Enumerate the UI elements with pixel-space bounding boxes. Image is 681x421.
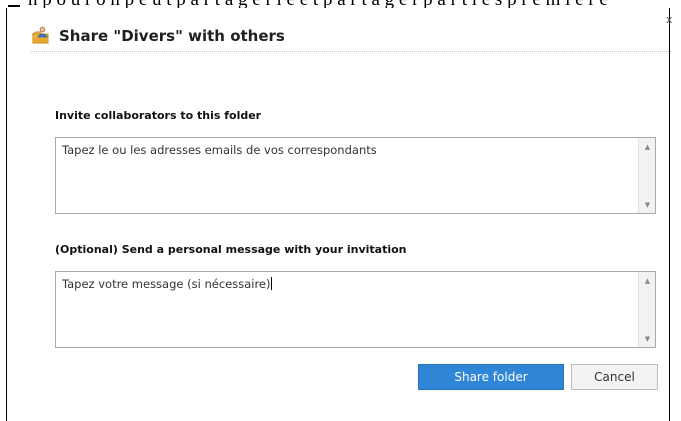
personal-message-value[interactable]: Tapez votre message (si nécessaire) xyxy=(62,277,270,291)
personal-message-text[interactable]: Tapez votre message (si nécessaire) xyxy=(62,277,632,291)
scroll-down-arrow-icon[interactable]: ▼ xyxy=(639,330,656,347)
shared-folder-icon xyxy=(31,26,51,46)
invite-emails-text[interactable]: Tapez le ou les adresses emails de vos c… xyxy=(62,143,632,157)
message-label: (Optional) Send a personal message with … xyxy=(55,243,407,256)
share-dialog xyxy=(7,8,669,421)
invite-label: Invite collaborators to this folder xyxy=(55,109,262,122)
dialog-title-row: Share "Divers" with others xyxy=(31,24,285,48)
share-folder-button[interactable]: Share folder xyxy=(418,364,564,390)
background-dash xyxy=(8,5,20,7)
personal-message-textarea[interactable]: Tapez votre message (si nécessaire) ▲ ▼ xyxy=(55,271,656,348)
message-scrollbar[interactable]: ▲ ▼ xyxy=(638,272,655,347)
scroll-down-arrow-icon[interactable]: ▼ xyxy=(639,196,656,213)
scroll-up-arrow-icon[interactable]: ▲ xyxy=(639,272,656,289)
invite-scrollbar[interactable]: ▲ ▼ xyxy=(638,138,655,213)
invite-emails-textarea[interactable]: Tapez le ou les adresses emails de vos c… xyxy=(55,137,656,214)
scroll-up-arrow-icon[interactable]: ▲ xyxy=(639,138,656,155)
text-caret xyxy=(271,277,273,290)
close-icon[interactable]: x xyxy=(666,14,676,26)
dialog-title: Share "Divers" with others xyxy=(59,27,285,45)
cancel-button[interactable]: Cancel xyxy=(571,364,658,390)
frame-right-border xyxy=(669,8,670,421)
title-separator xyxy=(31,51,671,52)
